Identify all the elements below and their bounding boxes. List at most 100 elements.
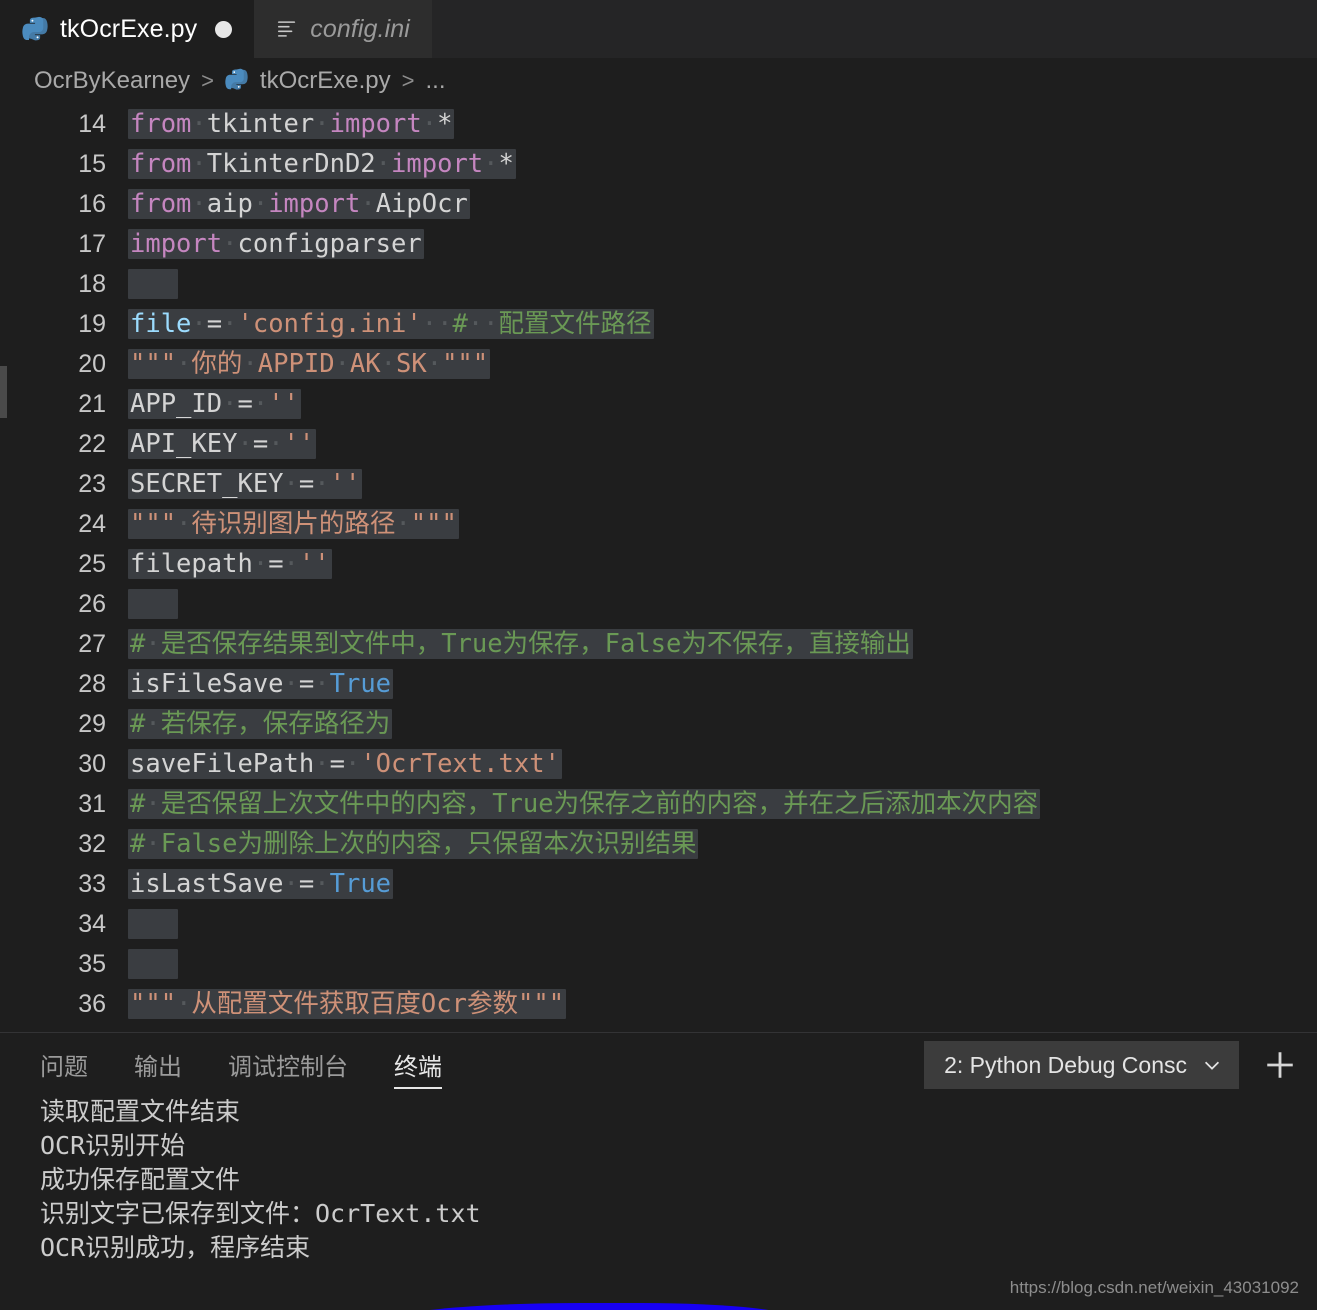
selected-text: from·aip·import·AipOcr (128, 189, 470, 219)
line-number: 31 (78, 790, 106, 818)
code-token: · (145, 629, 161, 659)
terminal-selector-label: 2: Python Debug Consc (944, 1051, 1187, 1078)
python-icon (22, 16, 48, 42)
selected-text: API_KEY·=·'' (128, 429, 317, 459)
code-token: · (252, 389, 269, 419)
code-line: 25 filepath·=·'' (0, 544, 1317, 584)
code-token: tkinter (206, 109, 315, 139)
code-token: '' (268, 389, 299, 419)
code-token: from (130, 189, 192, 219)
code-token: 'OcrText.txt' (360, 749, 560, 779)
line-number: 20 (78, 350, 106, 378)
code-token: · (283, 549, 299, 579)
code-token: · (176, 989, 192, 1019)
code-line: 33 isLastSave·=·True (0, 864, 1317, 904)
code-line: 29 #·若保存，保存路径为 (0, 704, 1317, 744)
code-token: · (222, 389, 238, 419)
code-token: · (314, 749, 330, 779)
redaction-overlay (382, 1303, 803, 1310)
line-number: 19 (78, 310, 106, 338)
selected-text: APP_ID·=·'' (128, 389, 301, 419)
code-token: # (130, 709, 146, 739)
code-token: = (298, 669, 315, 699)
code-token: 配置文件路径 (498, 309, 652, 339)
terminal-line: 成功保存配置文件 (40, 1165, 241, 1194)
code-token: configparser (237, 229, 422, 259)
code-token: · (252, 549, 269, 579)
watermark: https://blog.csdn.net/weixin_43031092 (1009, 1278, 1299, 1297)
selected-text: from·TkinterDnD2·import·* (128, 149, 516, 179)
code-line: 23 SECRET_KEY·=·'' (0, 464, 1317, 504)
code-token: """ (130, 509, 177, 539)
code-content: APP_ID·=·'' (128, 384, 301, 424)
code-token: = (268, 549, 284, 579)
ini-file-icon (276, 18, 298, 40)
code-token: SECRET_KEY (130, 469, 284, 499)
code-line: 32 #·False为删除上次的内容，只保留本次识别结果 (0, 824, 1317, 864)
code-token: '' (283, 429, 315, 459)
code-token: = (329, 749, 345, 779)
line-number: 33 (78, 870, 106, 898)
unsaved-changes-dot[interactable] (215, 20, 233, 38)
breadcrumb-item-symbol[interactable]: ... (425, 67, 445, 95)
code-token: 你的 (191, 349, 243, 379)
line-number: 15 (78, 150, 106, 178)
line-number: 28 (78, 670, 106, 698)
code-line: 14 from·tkinter·import·* (0, 104, 1317, 144)
code-token: = (237, 389, 253, 419)
code-token: """ (410, 509, 457, 539)
code-token: # (130, 789, 146, 819)
code-token: 从配置文件获取百度Ocr参数 (191, 989, 518, 1019)
chevron-down-icon (1201, 1054, 1223, 1076)
line-number: 32 (78, 830, 106, 858)
panel-tab-1[interactable]: 输出 (134, 1033, 182, 1095)
code-token: APPID (257, 349, 335, 379)
code-token: · (145, 829, 161, 859)
breadcrumb-item-folder[interactable]: OcrByKearney (34, 67, 190, 95)
code-token: # (452, 309, 468, 339)
code-line: 28 isFileSave·=·True (0, 664, 1317, 704)
code-token: 是否保存结果到文件中，True为保存，False为不保存，直接输出 (160, 629, 911, 659)
line-number: 21 (78, 390, 106, 418)
code-token: AK (349, 349, 381, 379)
new-terminal-button[interactable] (1257, 1042, 1303, 1088)
tab-label: config.ini (310, 14, 410, 43)
code-content: saveFilePath·=·'OcrText.txt' (128, 744, 562, 784)
selected-text (128, 589, 179, 619)
breadcrumb-item-file[interactable]: tkOcrExe.py (260, 67, 391, 95)
code-content: from·TkinterDnD2·import·* (128, 144, 516, 184)
code-token: = (206, 309, 223, 339)
code-token: * (437, 109, 453, 139)
terminal-line: 读取配置文件结束 (40, 1097, 241, 1126)
code-content: from·tkinter·import·* (128, 104, 455, 144)
chevron-right-icon: > (201, 68, 214, 93)
code-line: 22 API_KEY·=·'' (0, 424, 1317, 464)
panel-tab-0[interactable]: 问题 (40, 1033, 88, 1095)
code-token: """ (442, 349, 489, 379)
code-line: 34 (0, 904, 1317, 944)
editor-tab-bar: tkOcrExe.py config.ini (0, 0, 1317, 58)
code-line: 17 import·configparser (0, 224, 1317, 264)
code-token: · (191, 149, 207, 179)
line-number: 16 (78, 190, 106, 218)
code-token: * (498, 149, 514, 179)
panel-tab-2[interactable]: 调试控制台 (228, 1033, 348, 1095)
code-token: APP_ID (130, 389, 223, 419)
selected-text (128, 269, 179, 299)
code-token: aip (206, 189, 253, 219)
code-token: · (314, 869, 330, 899)
code-token: """ (517, 989, 565, 1019)
code-line: 20 """·你的·APPID·AK·SK·""" (0, 344, 1317, 384)
terminal-selector-dropdown[interactable]: 2: Python Debug Consc (924, 1041, 1239, 1089)
code-token: · (314, 669, 330, 699)
code-token: file (130, 309, 192, 339)
code-token: """ (130, 349, 177, 379)
panel-tab-3[interactable]: 终端 (394, 1033, 442, 1095)
code-token: True (329, 669, 392, 699)
line-number: 17 (78, 230, 106, 258)
selected-text (128, 909, 179, 939)
tab-config-ini[interactable]: config.ini (254, 0, 432, 58)
code-editor[interactable]: 14 from·tkinter·import·* 15 from·TkinterDnD… (0, 104, 1317, 1032)
tab-tkocrexe-py[interactable]: tkOcrExe.py (0, 0, 255, 58)
